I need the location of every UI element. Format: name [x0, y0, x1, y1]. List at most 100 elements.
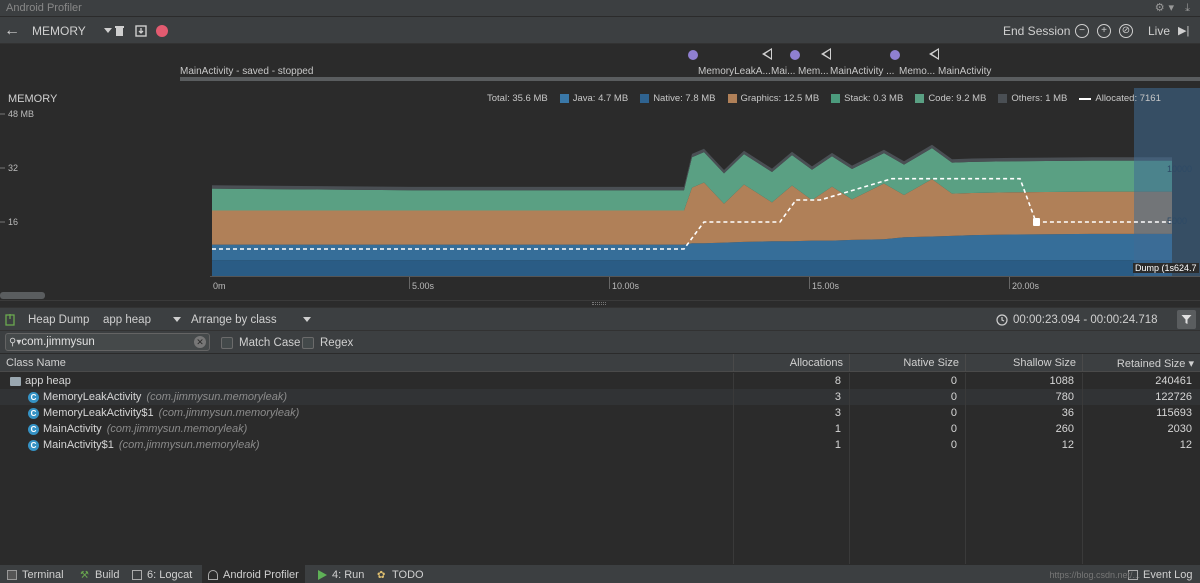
panel-splitter[interactable]: [0, 300, 1200, 307]
column-divider: [733, 373, 734, 564]
time-axis-tick: [409, 277, 410, 289]
run-tab-label: 4: Run: [332, 568, 365, 581]
run-tab[interactable]: 4: Run: [318, 565, 364, 583]
reset-zoom-button[interactable]: ⊘: [1119, 17, 1133, 44]
table-row[interactable]: C MainActivity (com.jimmysun.memoryleak)…: [0, 421, 1200, 437]
search-input[interactable]: [21, 336, 182, 348]
monitor-label: MEMORY: [32, 23, 86, 38]
native-size-cell: 0: [950, 423, 957, 435]
right-axis-label: 10000: [1167, 164, 1193, 174]
run-icon: [318, 569, 327, 580]
table-row[interactable]: C MemoryLeakActivity (com.jimmysun.memor…: [0, 389, 1200, 405]
activity-event-label[interactable]: Memo...: [899, 66, 935, 77]
right-axis-label: 5000: [1167, 216, 1188, 226]
heap-dump-icon[interactable]: [135, 17, 147, 44]
logcat-icon: [132, 569, 142, 580]
y-axis-label: 32: [8, 163, 19, 173]
terminal-tab-label: Terminal: [22, 568, 64, 581]
legend-graphics-swatch: [727, 94, 737, 103]
legend-stack: Stack: 0.3 MB: [844, 93, 904, 104]
terminal-tab[interactable]: Terminal: [7, 565, 64, 583]
live-button[interactable]: Live ▶|: [1148, 17, 1189, 44]
live-label: Live: [1148, 23, 1171, 38]
memory-chart[interactable]: MEMORY Total: 35.6 MB Java: 4.7 MB Nativ…: [0, 88, 1200, 292]
monitor-selector[interactable]: MEMORY: [32, 17, 112, 44]
chevron-down-icon: [172, 317, 181, 322]
shallow-size-cell: 36: [1061, 407, 1074, 419]
time-range-value: 00:00:23.094 - 00:00:24.718: [1013, 313, 1158, 326]
class-icon: C: [28, 423, 39, 435]
trash-icon[interactable]: [114, 17, 125, 44]
table-row[interactable]: app heap 8 0 1088 240461: [0, 373, 1200, 389]
column-divider: [849, 373, 850, 564]
back-arrow-icon[interactable]: ←: [4, 17, 20, 44]
profiler-tab[interactable]: Android Profiler: [202, 565, 305, 583]
native-size-cell: 0: [950, 407, 957, 419]
chevron-down-icon: [103, 28, 112, 33]
zoom-out-button[interactable]: −: [1075, 17, 1089, 44]
column-header-shallow-size[interactable]: Shallow Size: [965, 354, 1082, 372]
class-name: MemoryLeakActivity: [43, 391, 142, 403]
touch-event-icon: [688, 50, 698, 60]
table-row[interactable]: C MemoryLeakActivity$1 (com.jimmysun.mem…: [0, 405, 1200, 421]
y-axis-label: 48 MB: [8, 109, 35, 119]
window-titlebar: Android Profiler ⚙▾ ⤓: [0, 0, 1200, 17]
timeline-scrollbar[interactable]: [0, 292, 45, 299]
column-header-class-name[interactable]: Class Name: [0, 354, 733, 372]
column-divider: [965, 373, 966, 564]
retained-size-cell: 12: [1179, 439, 1192, 451]
regex-checkbox[interactable]: Regex: [302, 331, 353, 354]
filter-button[interactable]: [1177, 310, 1196, 329]
hammer-icon: ⚒: [80, 569, 89, 581]
logcat-tab[interactable]: 6: Logcat: [132, 565, 192, 583]
build-tab-label: Build: [95, 568, 120, 581]
time-axis: 0m 5.00s 10.00s 15.00s 20.00s: [210, 276, 1200, 292]
watermark: https://blog.csdn.net/...: [1049, 570, 1140, 580]
clear-search-icon[interactable]: ✕: [194, 336, 206, 348]
heap-dump-marker-label[interactable]: Dump (1s624.7: [1133, 263, 1199, 273]
todo-tab-label: TODO: [392, 568, 424, 581]
package-name: (com.jimmysun.memoryleak): [146, 391, 287, 403]
activity-event-label[interactable]: MainActivity - saved - stopped: [180, 66, 313, 77]
column-header-allocations[interactable]: Allocations: [733, 354, 849, 372]
column-header-retained-size[interactable]: Retained Size ▾: [1082, 354, 1200, 372]
retained-size-cell: 122726: [1155, 391, 1192, 403]
legend-java: Java: 4.7 MB: [572, 93, 629, 104]
package-name: (com.jimmysun.memoryleak): [106, 423, 248, 435]
terminal-icon: [7, 569, 17, 580]
legend-stack-swatch: [831, 94, 841, 103]
record-button[interactable]: [156, 17, 168, 44]
class-icon: C: [28, 391, 39, 403]
activity-event-label[interactable]: Mem...: [798, 66, 829, 77]
todo-tab[interactable]: ✿ TODO: [377, 565, 424, 583]
legend-java-swatch: [559, 94, 569, 103]
export-icon[interactable]: [5, 308, 16, 331]
build-tab[interactable]: ⚒ Build: [80, 565, 119, 583]
activity-event-label[interactable]: MemoryLeakA...: [698, 66, 771, 77]
legend-others: Others: 1 MB: [1011, 93, 1068, 104]
legend-others-swatch: [998, 94, 1008, 103]
heap-dump-toolbar: Heap Dump app heap Arrange by class 00:0…: [0, 307, 1200, 331]
class-icon: C: [28, 439, 39, 451]
chart-legend: Total: 35.6 MB Java: 4.7 MB Native: 7.8 …: [487, 93, 1161, 104]
time-axis-label: 0m: [213, 281, 226, 291]
zoom-in-button[interactable]: +: [1097, 17, 1111, 44]
allocations-cell: 3: [834, 391, 841, 403]
match-case-checkbox[interactable]: Match Case: [221, 331, 300, 354]
table-row[interactable]: C MainActivity$1 (com.jimmysun.memorylea…: [0, 437, 1200, 453]
activity-event-label[interactable]: Mai...: [771, 66, 795, 77]
arrange-select[interactable]: Arrange by class: [191, 308, 311, 331]
search-field[interactable]: ⚲▾ ✕: [5, 333, 210, 351]
column-header-native-size[interactable]: Native Size: [849, 354, 965, 372]
end-session-button[interactable]: End Session: [1003, 17, 1070, 44]
activity-event-label[interactable]: MainActivity: [938, 66, 991, 77]
back-event-icon: [821, 48, 831, 60]
activity-event-label[interactable]: MainActivity ...: [830, 66, 894, 77]
heap-select[interactable]: app heap: [103, 308, 181, 331]
checkbox-icon: [302, 336, 314, 349]
native-size-cell: 0: [950, 439, 957, 451]
legend-allocated: Allocated: 7161: [1095, 93, 1161, 104]
shallow-size-cell: 780: [1055, 391, 1074, 403]
window-tools[interactable]: ⚙▾ ⤓: [1155, 1, 1194, 15]
allocations-cell: 3: [834, 407, 841, 419]
